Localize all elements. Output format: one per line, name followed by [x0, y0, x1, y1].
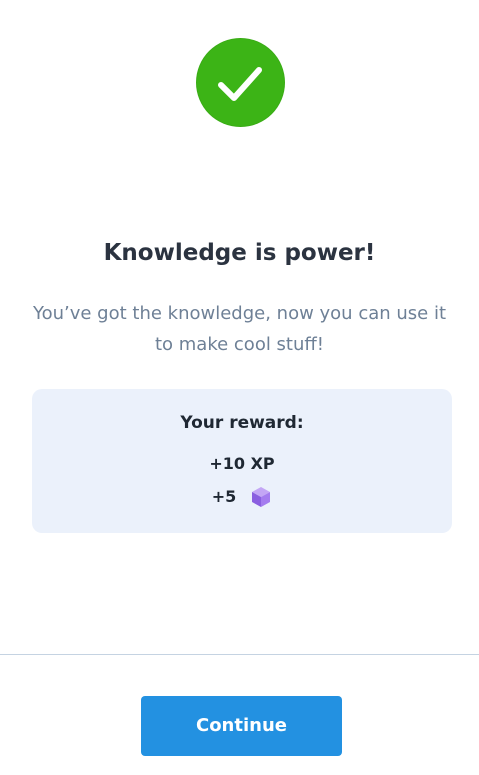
page-subtitle: You’ve got the knowledge, now you can us…: [32, 303, 447, 355]
reward-card: Your reward: +10 XP +5: [32, 389, 452, 533]
continue-button[interactable]: Continue: [141, 696, 342, 756]
reward-title: Your reward:: [180, 413, 304, 433]
footer-divider: [0, 654, 479, 655]
page-title: Knowledge is power!: [103, 240, 376, 266]
reward-gems: +5: [32, 484, 452, 509]
lesson-complete-screen: Knowledge is power! You’ve got the knowl…: [0, 0, 479, 775]
reward-xp: +10 XP: [209, 454, 275, 473]
gem-icon: [250, 486, 272, 508]
success-checkmark-icon: [196, 38, 285, 127]
reward-gems-amount: +5: [211, 486, 237, 506]
